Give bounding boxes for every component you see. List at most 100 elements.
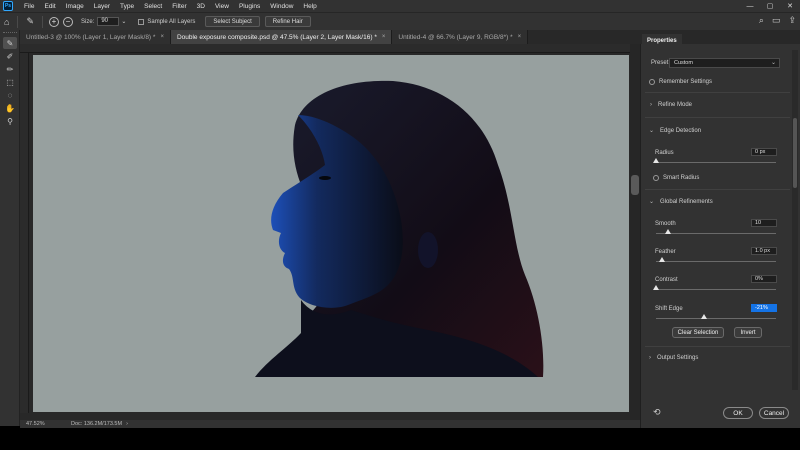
smooth-slider-track[interactable] xyxy=(656,233,776,234)
scrollbar-thumb[interactable] xyxy=(631,175,639,195)
add-to-selection-icon[interactable]: + xyxy=(48,16,59,27)
quick-selection-tool-icon[interactable]: ✎ xyxy=(3,37,17,49)
close-tab-icon[interactable]: × xyxy=(382,34,386,40)
refine-mode-section[interactable]: › Refine Mode xyxy=(650,102,692,108)
output-settings-label: Output Settings xyxy=(657,355,699,361)
panel-scrollbar[interactable] xyxy=(792,50,798,390)
radius-input[interactable]: 0 px xyxy=(751,148,777,156)
feather-input[interactable]: 1.0 px xyxy=(751,247,777,255)
options-bar: ⌂ ✎ + − Size: 90 ⌄ Sample All Layers Sel… xyxy=(0,12,800,30)
menu-bar: Ps File Edit Image Layer Type Select Fil… xyxy=(0,0,800,12)
menu-filter[interactable]: Filter xyxy=(167,3,191,10)
chevron-down-icon: ⌄ xyxy=(649,128,655,134)
divider xyxy=(41,15,43,28)
menu-view[interactable]: View xyxy=(210,3,234,10)
contrast-slider-track[interactable] xyxy=(656,289,776,290)
workspace-icon[interactable]: ▭ xyxy=(772,15,781,26)
close-tab-icon[interactable]: × xyxy=(160,34,164,40)
refine-edge-brush-icon[interactable]: ✐ xyxy=(3,50,17,62)
subtract-from-selection-icon[interactable]: − xyxy=(62,16,73,27)
cancel-button[interactable]: Cancel xyxy=(759,407,789,419)
vertical-scrollbar[interactable] xyxy=(630,44,640,422)
divider xyxy=(645,92,790,93)
ok-button[interactable]: OK xyxy=(723,407,753,419)
menu-window[interactable]: Window xyxy=(265,3,298,10)
shift-edge-input[interactable]: -21% xyxy=(751,304,777,312)
feather-slider-thumb[interactable] xyxy=(659,257,665,262)
menu-help[interactable]: Help xyxy=(298,3,321,10)
checkbox-box[interactable] xyxy=(653,175,659,181)
properties-panel xyxy=(640,30,800,428)
radius-slider-track[interactable] xyxy=(656,162,776,163)
feather-slider-track[interactable] xyxy=(656,261,776,262)
preset-dropdown[interactable]: Custom ⌄ xyxy=(669,58,780,68)
photoshop-logo[interactable]: Ps xyxy=(3,1,13,11)
bottom-strip xyxy=(0,428,800,450)
chevron-down-icon[interactable]: ⌄ xyxy=(771,59,776,66)
edge-detection-section[interactable]: ⌄ Edge Detection xyxy=(649,127,701,135)
invert-button[interactable]: Invert xyxy=(734,327,762,338)
brush-tool-icon[interactable]: ✏ xyxy=(3,63,17,75)
tab-label: Untitled-3 @ 100% (Layer 1, Layer Mask/8… xyxy=(26,33,156,41)
refine-mode-label: Refine Mode xyxy=(658,102,693,108)
zoom-level[interactable]: 47.52% xyxy=(20,421,65,427)
contrast-slider-thumb[interactable] xyxy=(653,285,659,290)
tab-properties[interactable]: Properties xyxy=(642,34,682,48)
menu-layer[interactable]: Layer xyxy=(89,3,115,10)
menu-type[interactable]: Type xyxy=(115,3,139,10)
remember-settings-checkbox[interactable]: Remember Settings xyxy=(649,79,712,85)
checkbox-box[interactable] xyxy=(138,18,145,25)
menu-select[interactable]: Select xyxy=(139,3,167,10)
tab-label: Untitled-4 @ 66.7% (Layer 9, RGB/8*) * xyxy=(398,33,513,41)
refine-hair-button[interactable]: Refine Hair xyxy=(264,16,311,27)
reset-icon[interactable]: ⟲ xyxy=(653,407,661,418)
divider xyxy=(17,15,19,28)
close-tab-icon[interactable]: × xyxy=(518,34,522,40)
share-icon[interactable]: ⇪ xyxy=(788,15,796,26)
quick-selection-brush-icon[interactable]: ✎ xyxy=(26,16,34,27)
chevron-down-icon: ⌄ xyxy=(649,199,655,205)
global-refinements-section[interactable]: ⌄ Global Refinements xyxy=(649,198,713,206)
size-label: Size: xyxy=(80,18,95,25)
home-icon[interactable]: ⌂ xyxy=(4,17,9,27)
sample-all-layers-checkbox[interactable]: Sample All Layers xyxy=(138,18,196,25)
menu-image[interactable]: Image xyxy=(61,3,89,10)
select-subject-button[interactable]: Select Subject xyxy=(205,16,260,27)
smart-radius-checkbox[interactable]: Smart Radius xyxy=(653,175,699,181)
menu-file[interactable]: File xyxy=(19,3,39,10)
checkbox-box[interactable] xyxy=(649,79,655,85)
shift-edge-slider-track[interactable] xyxy=(656,318,776,319)
search-icon[interactable]: ⌕ xyxy=(759,15,764,26)
divider xyxy=(645,346,790,347)
radius-slider-thumb[interactable] xyxy=(653,158,659,163)
tab-untitled-3[interactable]: Untitled-3 @ 100% (Layer 1, Layer Mask/8… xyxy=(20,30,171,44)
vertical-ruler[interactable] xyxy=(20,53,29,413)
contrast-input[interactable]: 0% xyxy=(751,275,777,283)
menu-edit[interactable]: Edit xyxy=(39,3,60,10)
document-canvas[interactable] xyxy=(33,55,629,412)
zoom-tool-icon[interactable]: ⚲ xyxy=(3,115,17,127)
output-settings-section[interactable]: › Output Settings xyxy=(649,355,698,361)
minimize-button[interactable]: — xyxy=(740,0,760,12)
brush-size-input[interactable]: 90 xyxy=(97,17,120,26)
chevron-down-icon[interactable]: ⌄ xyxy=(121,18,126,25)
clear-selection-button[interactable]: Clear Selection xyxy=(672,327,724,338)
hand-tool-icon[interactable]: ✋ xyxy=(3,102,17,114)
horizontal-ruler[interactable] xyxy=(20,44,630,53)
maximize-button[interactable]: ▢ xyxy=(760,0,780,12)
tab-double-exposure[interactable]: Double exposure composite.psd @ 47.5% (L… xyxy=(170,30,393,44)
smooth-slider-thumb[interactable] xyxy=(665,229,671,234)
object-selection-icon[interactable]: ⬚ xyxy=(3,76,17,88)
tab-untitled-4[interactable]: Untitled-4 @ 66.7% (Layer 9, RGB/8*) * × xyxy=(392,30,529,44)
shift-edge-slider-thumb[interactable] xyxy=(701,314,707,319)
menu-3d[interactable]: 3D xyxy=(192,3,210,10)
document-size: Doc: 136.2M/173.5M xyxy=(71,421,123,427)
lasso-tool-icon[interactable]: ◌ xyxy=(3,89,17,101)
status-arrow-icon[interactable]: › xyxy=(126,421,128,427)
toolbar-grip[interactable] xyxy=(3,32,17,35)
panel-scrollbar-thumb[interactable] xyxy=(793,118,797,188)
close-window-button[interactable]: ✕ xyxy=(780,0,800,12)
smooth-input[interactable]: 10 xyxy=(751,219,777,227)
sample-all-layers-label: Sample All Layers xyxy=(147,18,196,25)
menu-plugins[interactable]: Plugins xyxy=(234,3,265,10)
